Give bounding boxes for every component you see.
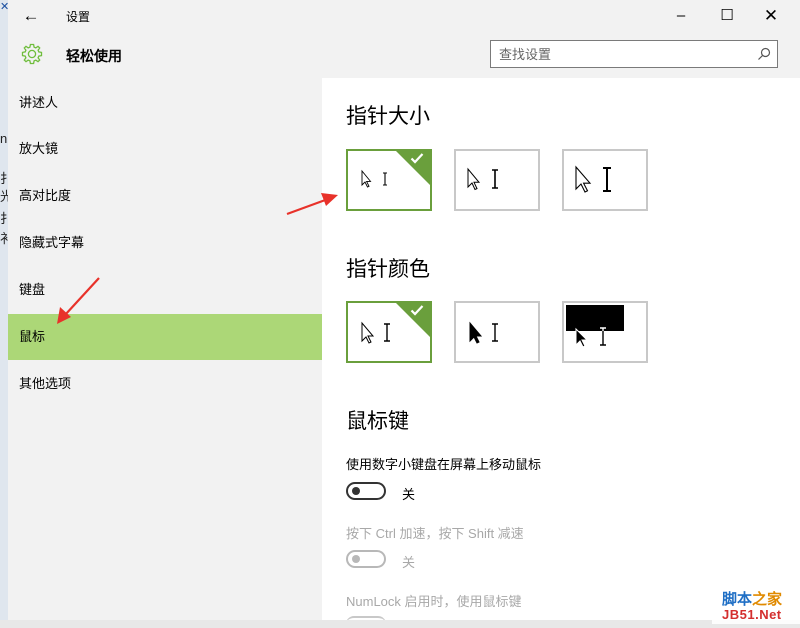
title-bar: ← 设置 – ☐ ✕: [8, 0, 800, 32]
arrow-left-icon: ←: [22, 6, 40, 25]
pointer-color-option-black[interactable]: [454, 301, 540, 363]
close-button[interactable]: ✕: [748, 2, 794, 30]
checkmark-icon: [410, 153, 424, 164]
page-header: 轻松使用: [8, 32, 800, 78]
mouse-keys-title: 鼠标键: [346, 410, 409, 433]
main-content: 指针大小 指针颜色 鼠标键 使用数字小键盘在屏幕上移动鼠标 关 按下 Ctrl …: [322, 78, 800, 620]
background-glyph: 衤: [0, 231, 8, 246]
numpad-mouse-state: 关: [402, 487, 416, 502]
sidebar-item-high-contrast[interactable]: 高对比度: [8, 173, 322, 219]
settings-window: ← 设置 – ☐ ✕ 轻松使用 讲述人 放大镜 高对比度 隐藏式字幕 键盘 鼠标: [8, 0, 800, 620]
pointer-color-option-inverted[interactable]: [562, 301, 648, 363]
sidebar-item-closed-captions[interactable]: 隐藏式字幕: [8, 220, 322, 266]
gear-icon: [21, 43, 43, 65]
search-icon[interactable]: [757, 47, 771, 61]
sidebar: 讲述人 放大镜 高对比度 隐藏式字幕 键盘 鼠标 其他选项: [8, 78, 322, 620]
window-title: 设置: [66, 10, 91, 24]
toggle-knob: [352, 555, 360, 563]
background-glyph: 扌: [0, 211, 8, 226]
pointer-glyphs: [575, 327, 606, 348]
pointer-size-option-large[interactable]: [562, 149, 648, 211]
page-title: 轻松使用: [66, 48, 122, 64]
pointer-size-option-medium[interactable]: [454, 149, 540, 211]
background-taskbar-edge: [0, 620, 800, 628]
background-glyph: 光: [0, 189, 8, 204]
pointer-size-title: 指针大小: [346, 105, 430, 128]
background-window-text: ✕ n 扌 光 扌 衤: [0, 0, 8, 628]
watermark-line1: 脚本之家: [722, 591, 783, 608]
maximize-button[interactable]: ☐: [704, 2, 750, 30]
search-box[interactable]: [490, 40, 778, 68]
pointer-glyphs: [469, 321, 498, 344]
numlock-mouse-keys-toggle[interactable]: [346, 616, 386, 620]
sidebar-item-magnifier[interactable]: 放大镜: [8, 126, 322, 172]
sidebar-item-narrator[interactable]: 讲述人: [8, 80, 322, 126]
numpad-mouse-label: 使用数字小键盘在屏幕上移动鼠标: [346, 457, 542, 472]
checkmark-icon: [410, 305, 424, 316]
watermark-line2: JB51.Net: [722, 607, 782, 622]
ctrl-shift-speed-toggle[interactable]: [346, 550, 386, 568]
background-glyph: 扌: [0, 171, 8, 186]
minimize-button[interactable]: –: [658, 2, 704, 30]
pointer-size-option-small[interactable]: [346, 149, 432, 211]
pointer-color-title: 指针颜色: [346, 258, 430, 281]
ctrl-shift-speed-label: 按下 Ctrl 加速，按下 Shift 减速: [346, 526, 524, 541]
toggle-knob: [352, 487, 360, 495]
sidebar-item-other-options[interactable]: 其他选项: [8, 361, 322, 407]
numpad-mouse-toggle[interactable]: [346, 482, 386, 500]
ctrl-shift-speed-state: 关: [402, 555, 416, 570]
sidebar-item-mouse[interactable]: 鼠标: [8, 314, 322, 360]
numlock-mouse-keys-label: NumLock 启用时，使用鼠标键: [346, 594, 522, 609]
sidebar-item-keyboard[interactable]: 键盘: [8, 267, 322, 313]
pointer-glyphs: [467, 167, 498, 191]
background-glyph: n: [0, 131, 8, 146]
background-close-glyph: ✕: [0, 1, 8, 13]
search-input[interactable]: [499, 45, 749, 63]
pointer-glyphs: [575, 165, 611, 193]
site-watermark: 脚本之家 JB51.Net: [712, 588, 800, 624]
pointer-color-option-white[interactable]: [346, 301, 432, 363]
back-button[interactable]: ←: [18, 4, 44, 28]
